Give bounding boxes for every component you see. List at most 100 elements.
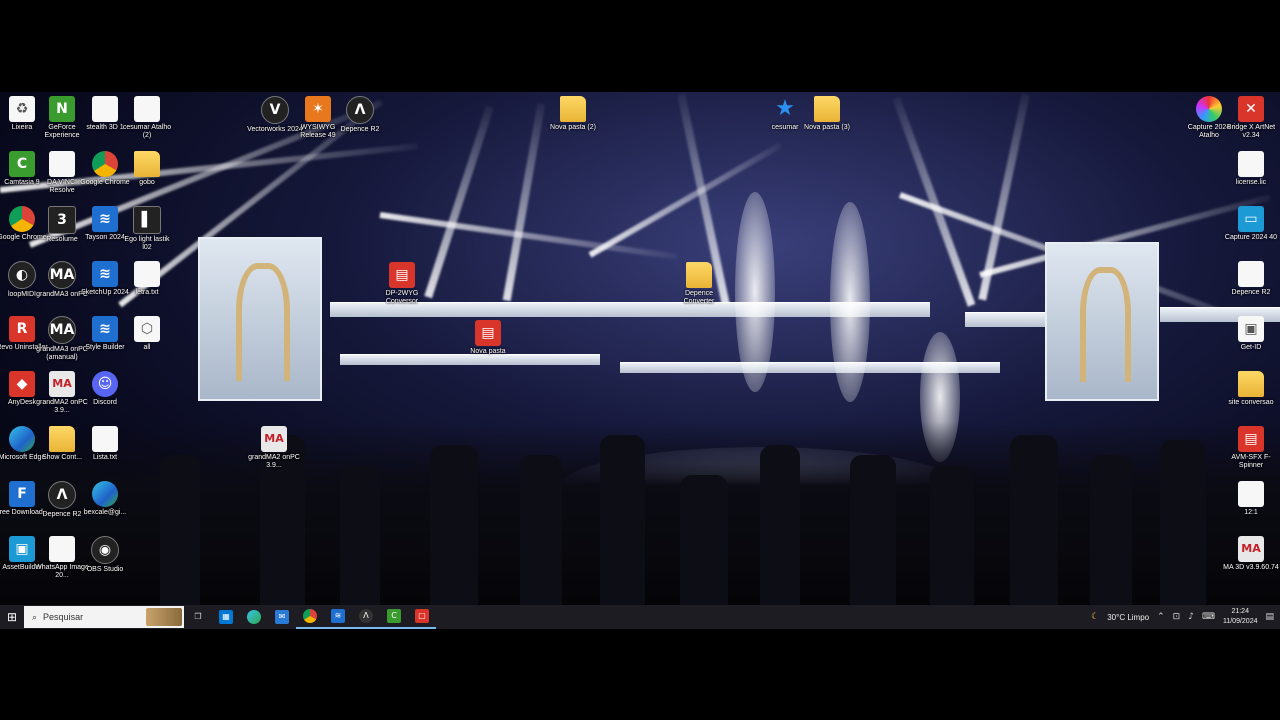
- text-file-icon: [92, 426, 118, 452]
- desktop-icon-depence-converter[interactable]: Depence Converter: [671, 262, 727, 306]
- volume-icon[interactable]: ♪: [1188, 612, 1194, 622]
- folder-icon: [134, 151, 160, 177]
- folder-icon: [560, 96, 586, 122]
- led-screen-left: [198, 237, 322, 401]
- text-file-icon: [134, 261, 160, 287]
- winrar-icon: ▤: [1238, 426, 1264, 452]
- package-icon: ⬡: [134, 316, 160, 342]
- task-view-icon: ❐: [194, 612, 202, 621]
- chrome-icon: [92, 151, 118, 177]
- capture-icon: [1196, 96, 1222, 122]
- folder-icon: [814, 96, 840, 122]
- start-button[interactable]: ⊞: [0, 605, 24, 629]
- desktop-icon-nova-pasta-3[interactable]: Nova pasta (3): [799, 96, 855, 132]
- letterbox-top: [0, 0, 1280, 92]
- sketchup-icon: ≋: [92, 261, 118, 287]
- led-screen-right: [1045, 242, 1159, 401]
- chrome-icon: [9, 206, 35, 232]
- taskbar-search-box[interactable]: ⌕ Pesquisar: [24, 606, 184, 628]
- wysiwyg-icon: ✶: [305, 96, 331, 122]
- ma-icon: MA: [48, 316, 76, 344]
- desktop-icon-obs-studio[interactable]: ◉ OBS Studio: [77, 536, 133, 574]
- smoke-jet: [830, 202, 870, 402]
- desktop-icon-get-id[interactable]: ▣ Get-ID: [1223, 316, 1279, 352]
- search-placeholder: Pesquisar: [43, 612, 84, 622]
- taskbar-app-mail[interactable]: ✉: [268, 605, 296, 629]
- ma-icon: MA: [1238, 536, 1264, 562]
- desktop-icon-edge-profile[interactable]: bexcale@gi...: [77, 481, 133, 517]
- light-beam: [502, 102, 546, 302]
- folder-icon: [686, 262, 712, 288]
- desktop-icon-cesumar-shortcut[interactable]: cesumar Atalho (2): [119, 96, 175, 140]
- desktop-icon-discord[interactable]: ☺ Discord: [77, 371, 133, 407]
- depence-icon: Λ: [359, 609, 373, 623]
- discord-icon: ☺: [92, 371, 118, 397]
- desktop-icon-capture-40[interactable]: ▭ Capture 2024 40: [1223, 206, 1279, 242]
- taskbar-app-depence[interactable]: Λ: [352, 605, 380, 629]
- taskbar-app-store[interactable]: ▦: [212, 605, 240, 629]
- edge-icon: [9, 426, 35, 452]
- desktop-icon-license[interactable]: license.lic: [1223, 151, 1279, 187]
- taskbar-app-chrome[interactable]: [296, 605, 324, 629]
- light-beam: [424, 105, 494, 299]
- desktop-icon-12-1[interactable]: 12:1: [1223, 481, 1279, 517]
- recorder-icon: ▢: [415, 609, 429, 623]
- desktop-icon-letra-txt[interactable]: letra.txt: [119, 261, 175, 297]
- resolume-icon: 3: [48, 206, 76, 234]
- notification-icon[interactable]: ▤: [1265, 612, 1274, 622]
- language-icon[interactable]: ⌨: [1202, 612, 1215, 622]
- system-tray: ☾ 30°C Limpo ⌃ ⊡ ♪ ⌨ 21:24 11/09/2024 ▤: [1091, 607, 1280, 627]
- search-highlight-image: [146, 608, 182, 626]
- sketchup-icon: ≋: [331, 609, 345, 623]
- obs-icon: ◉: [91, 536, 119, 564]
- desktop-icon-depence-r2-top[interactable]: Λ Depence R2: [332, 96, 388, 134]
- taskbar-app-sketchup[interactable]: ≋: [324, 605, 352, 629]
- clock[interactable]: 21:24 11/09/2024: [1223, 607, 1258, 627]
- desktop-wallpaper[interactable]: ♻ Lixeira C Camtasia 9 Google Chrome ◐ loop…: [0, 92, 1280, 605]
- anydesk-icon: ◆: [9, 371, 35, 397]
- taskbar-app-recorder[interactable]: ▢: [408, 605, 436, 629]
- taskbar-app-edge[interactable]: [240, 605, 268, 629]
- ma-icon: MA: [261, 426, 287, 452]
- truss: [965, 312, 1045, 327]
- document-icon: [134, 96, 160, 122]
- document-icon: [1238, 151, 1264, 177]
- cube-icon: ▣: [9, 536, 35, 562]
- camtasia-icon: C: [387, 609, 401, 623]
- edge-icon: [247, 610, 261, 624]
- task-view-button[interactable]: ❐: [184, 605, 212, 629]
- desktop-icon-all[interactable]: ⬡ all: [119, 316, 175, 352]
- chevron-up-icon[interactable]: ⌃: [1157, 612, 1165, 622]
- book-icon: ▌: [133, 206, 161, 234]
- desktop-icon-grandma2-mid[interactable]: MA grandMA2 onPC 3.9...: [246, 426, 302, 470]
- desktop-icon-ego-light[interactable]: ▌ Ego light lastik l02: [119, 206, 175, 252]
- desktop-icon-site-conversao[interactable]: site conversao: [1223, 371, 1279, 407]
- taskbar-app-camtasia[interactable]: C: [380, 605, 408, 629]
- edge-icon: [92, 481, 118, 507]
- winrar-icon: ▤: [475, 320, 501, 346]
- smoke-jet: [735, 192, 775, 392]
- taskbar: ⊞ ⌕ Pesquisar ❐ ▦ ✉ ≋ Λ C ▢ ☾ 30°C Limpo…: [0, 605, 1280, 629]
- camtasia-icon: C: [9, 151, 35, 177]
- moon-icon: ☾: [1091, 612, 1100, 622]
- crowd: [0, 422, 1280, 605]
- ma-icon: MA: [48, 261, 76, 289]
- letterbox-bottom: [0, 629, 1280, 720]
- revo-uninstaller-icon: R: [9, 316, 35, 342]
- depence-icon: Λ: [48, 481, 76, 509]
- desktop-icon-bridge-x-artnet[interactable]: ✕ Bridge X ArtNet v2.34: [1223, 96, 1279, 140]
- desktop-icon-dp-wyg-converter[interactable]: ▤ DP-2WYG Conversor: [374, 262, 430, 306]
- desktop-icon-nova-pasta[interactable]: ▤ Nova pasta: [460, 320, 516, 356]
- desktop-icon-depence-r2-right[interactable]: Depence R2: [1223, 261, 1279, 297]
- monitor-icon: ▭: [1238, 206, 1264, 232]
- desktop-icon-lista-txt[interactable]: Lista.txt: [77, 426, 133, 462]
- style-builder-icon: ≋: [92, 316, 118, 342]
- weather-text[interactable]: 30°C Limpo: [1107, 613, 1149, 622]
- star-icon: ★: [775, 96, 795, 121]
- network-icon[interactable]: ⊡: [1173, 612, 1181, 622]
- desktop-icon-avm-sfx[interactable]: ▤ AVM-SFX F-Spinner: [1223, 426, 1279, 470]
- desktop-icon-gobo[interactable]: gobo: [119, 151, 175, 187]
- desktop-icon-ma-3d[interactable]: MA MA 3D v3.9.60.74: [1223, 536, 1279, 572]
- bridge-x-icon: ✕: [1238, 96, 1264, 122]
- desktop-icon-nova-pasta-2[interactable]: Nova pasta (2): [545, 96, 601, 132]
